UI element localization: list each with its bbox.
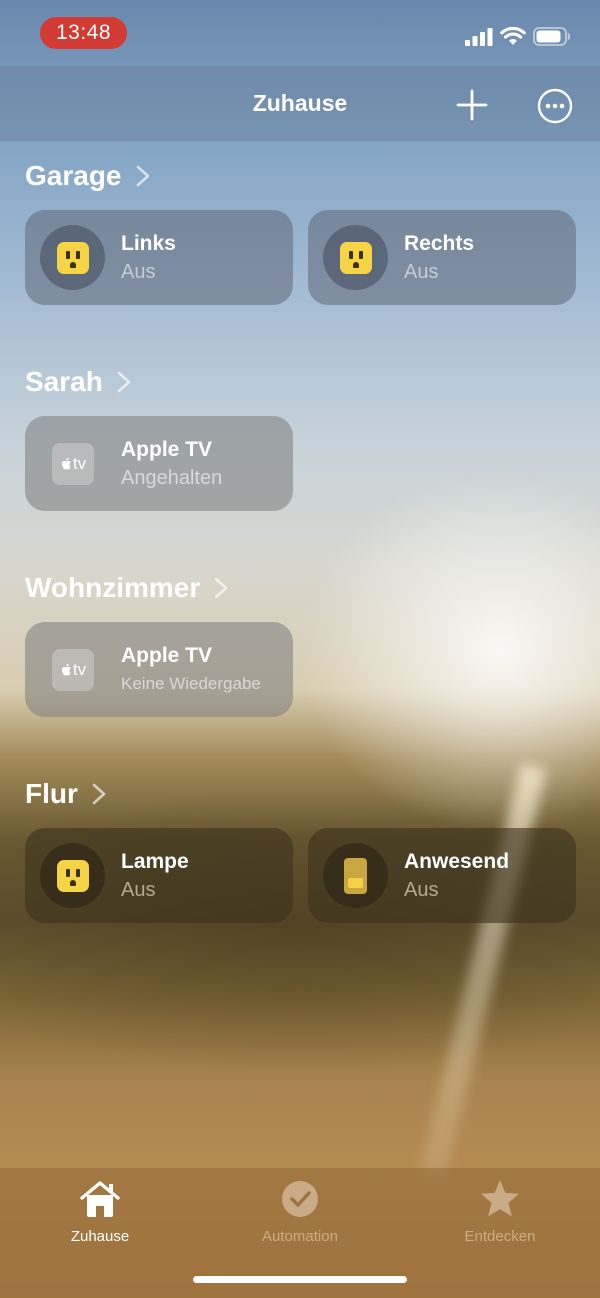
- cellular-signal-icon: [465, 28, 493, 46]
- accessory-tile-apple-tv-wohnzimmer[interactable]: tv Apple TV Keine Wiedergabe: [25, 622, 293, 717]
- outlet-icon[interactable]: [40, 843, 105, 908]
- section-title: Flur: [25, 778, 78, 809]
- accessory-state: Aus: [121, 879, 156, 901]
- accessory-tile-anwesend[interactable]: Anwesend Aus: [308, 828, 576, 923]
- accessory-tile-rechts[interactable]: Rechts Aus: [308, 210, 576, 305]
- tab-entdecken[interactable]: Entdecken: [430, 1178, 570, 1245]
- tab-label: Automation: [262, 1228, 338, 1245]
- section-header-wohnzimmer[interactable]: Wohnzimmer: [25, 572, 228, 604]
- outlet-icon[interactable]: [40, 225, 105, 290]
- section-header-sarah[interactable]: Sarah: [25, 366, 131, 398]
- chevron-right-icon: [117, 371, 131, 393]
- house-icon: [80, 1181, 120, 1217]
- accessory-state: Angehalten: [121, 467, 223, 489]
- section-title: Sarah: [25, 366, 103, 397]
- star-icon: [481, 1180, 519, 1217]
- tab-automation[interactable]: Automation: [230, 1178, 370, 1245]
- accessory-tile-apple-tv-sarah[interactable]: tv Apple TV Angehalten: [25, 416, 293, 511]
- home-indicator[interactable]: [193, 1276, 407, 1283]
- page-title: Zuhause: [252, 90, 348, 116]
- apple-tv-icon: tv: [52, 649, 94, 691]
- section-title: Wohnzimmer: [25, 572, 201, 603]
- section-header-flur[interactable]: Flur: [25, 778, 106, 810]
- tab-zuhause[interactable]: Zuhause: [30, 1178, 170, 1245]
- section-title: Garage: [25, 160, 122, 191]
- accessory-state: Aus: [404, 261, 439, 283]
- navigation-header: Zuhause: [0, 66, 600, 141]
- wifi-icon: [500, 26, 526, 45]
- accessory-name: Rechts: [404, 232, 475, 255]
- accessory-tile-links[interactable]: Links Aus: [25, 210, 293, 305]
- section-header-garage[interactable]: Garage: [25, 160, 150, 192]
- accessory-name: Anwesend: [404, 850, 510, 873]
- clock-check-icon: [282, 1181, 318, 1217]
- chevron-right-icon: [92, 783, 106, 805]
- tab-label: Zuhause: [70, 1228, 130, 1245]
- accessory-state: Aus: [404, 879, 439, 901]
- accessory-name: Apple TV: [121, 438, 213, 461]
- accessory-name: Links: [121, 232, 176, 255]
- sensor-icon[interactable]: [323, 843, 388, 908]
- outlet-icon[interactable]: [323, 225, 388, 290]
- accessory-name: Lampe: [121, 850, 189, 873]
- accessory-name: Apple TV: [121, 644, 213, 667]
- accessory-state: Keine Wiedergabe: [121, 674, 261, 693]
- apple-tv-icon: tv: [52, 443, 94, 485]
- accessory-tile-lampe[interactable]: Lampe Aus: [25, 828, 293, 923]
- chevron-right-icon: [214, 577, 228, 599]
- add-button[interactable]: [455, 88, 489, 122]
- battery-icon: [533, 27, 571, 46]
- status-time: 13:48: [40, 17, 127, 49]
- tab-label: Entdecken: [464, 1228, 536, 1245]
- status-bar: 13:48: [0, 0, 600, 66]
- accessory-state: Aus: [121, 261, 156, 283]
- more-options-button[interactable]: [537, 88, 573, 124]
- background-light-streak: [419, 763, 547, 1177]
- chevron-right-icon: [136, 165, 149, 187]
